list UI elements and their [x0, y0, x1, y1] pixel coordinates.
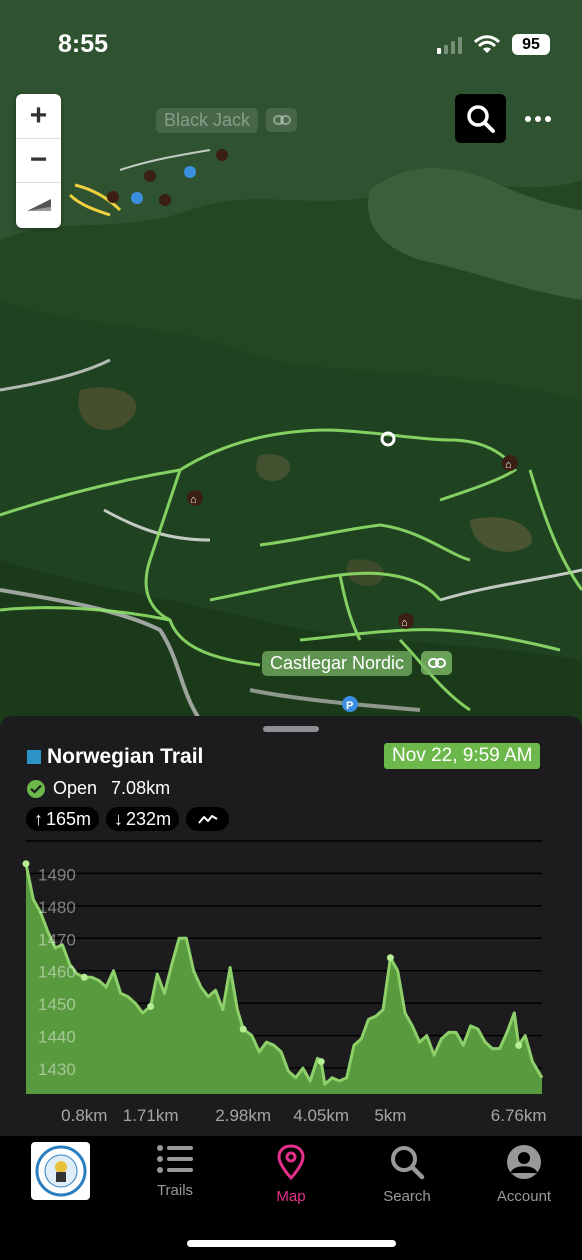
- arrow-up-icon: ↑: [34, 808, 43, 829]
- elevation-profile-toggle[interactable]: [186, 807, 230, 831]
- x-tick-label: 0.8km: [61, 1106, 107, 1125]
- x-tick-label: 4.05km: [293, 1106, 349, 1125]
- wifi-icon: [474, 34, 500, 53]
- profile-marker: [239, 1025, 247, 1033]
- svg-text:⌂: ⌂: [505, 459, 512, 471]
- clock: 8:55: [58, 30, 109, 58]
- trail-header: Norwegian Trail: [27, 745, 203, 769]
- y-tick-label: 1450: [38, 995, 76, 1014]
- tab-account[interactable]: Account: [469, 1144, 579, 1205]
- tab-trails[interactable]: Trails: [120, 1144, 230, 1199]
- tab-label: Map: [276, 1188, 306, 1205]
- tab-label: Search: [383, 1188, 431, 1205]
- profile-marker: [317, 1058, 325, 1066]
- profile-marker: [22, 860, 30, 868]
- tab-label: Account: [496, 1188, 552, 1205]
- trail-status: Open: [53, 778, 98, 798]
- svg-text:⌂: ⌂: [401, 617, 408, 629]
- y-tick-label: 1430: [38, 1060, 76, 1079]
- tab-map[interactable]: Map: [236, 1144, 346, 1205]
- link-icon[interactable]: [421, 651, 452, 675]
- search-icon: [466, 104, 495, 133]
- compass-icon: [26, 199, 51, 212]
- map-label-black-jack[interactable]: Black Jack: [156, 108, 259, 133]
- x-tick-label: 5km: [374, 1106, 406, 1125]
- descent-chip: ↓ 232m: [106, 807, 180, 831]
- svg-text:⌂: ⌂: [190, 494, 197, 506]
- club-logo[interactable]: [31, 1142, 90, 1200]
- zoom-out-button[interactable]: −: [16, 139, 61, 184]
- trail-color-swatch: [27, 750, 41, 764]
- profile-marker: [80, 973, 88, 981]
- more-options-button[interactable]: [520, 104, 556, 134]
- map-view[interactable]: ⌂ ⌂ ⌂ P 8:55 95 + − Black Jack Castlegar…: [0, 0, 582, 740]
- map-pin-icon: [277, 1144, 305, 1180]
- zoom-controls: + −: [16, 94, 61, 228]
- trail-status-row: Open 7.08km: [27, 778, 170, 799]
- trail-detail-sheet: Norwegian Trail Nov 22, 9:59 AM Open 7.0…: [0, 716, 582, 1136]
- ascent-chip: ↑ 165m: [26, 807, 100, 831]
- x-tick-label: 1.71km: [123, 1106, 179, 1125]
- link-icon[interactable]: [266, 108, 297, 132]
- y-tick-label: 1460: [38, 963, 76, 982]
- y-tick-label: 1440: [38, 1028, 76, 1047]
- map-label-castlegar-nordic[interactable]: Castlegar Nordic: [262, 651, 413, 676]
- check-icon: [27, 779, 45, 798]
- home-indicator: [187, 1240, 396, 1247]
- y-tick-label: 1490: [38, 865, 76, 884]
- x-tick-label: 6.76km: [491, 1106, 547, 1125]
- grooming-date-badge: Nov 22, 9:59 AM: [384, 743, 541, 769]
- svg-text:P: P: [346, 700, 353, 712]
- profile-marker: [147, 1002, 155, 1010]
- list-icon: [157, 1145, 193, 1173]
- dot-icon: [545, 116, 551, 122]
- tab-search[interactable]: Search: [352, 1144, 462, 1205]
- elevation-profile-chart[interactable]: 1490 1480 1470 1460 1450 1440 1430 0.8km 1.71km 2…: [0, 836, 582, 1136]
- account-icon: [507, 1145, 541, 1179]
- trail-name: Norwegian Trail: [47, 745, 204, 768]
- dot-icon: [535, 116, 541, 122]
- profile-marker: [386, 954, 394, 962]
- y-tick-label: 1480: [38, 898, 76, 917]
- map-search-button[interactable]: [455, 94, 506, 143]
- zoom-in-button[interactable]: +: [16, 94, 61, 139]
- x-tick-label: 2.98km: [215, 1106, 271, 1125]
- y-tick-label: 1470: [38, 930, 76, 949]
- dot-icon: [525, 116, 531, 122]
- trend-line-icon: [197, 815, 218, 824]
- battery-indicator: 95: [512, 34, 550, 55]
- status-bar: 8:55 95: [0, 0, 582, 90]
- cellular-signal-icon: [437, 36, 462, 54]
- search-icon: [391, 1146, 425, 1180]
- tab-label: Trails: [156, 1182, 194, 1199]
- sheet-grabber[interactable]: [263, 726, 319, 732]
- profile-marker: [515, 1041, 523, 1049]
- trail-length: 7.08km: [111, 778, 171, 798]
- trail-stats-chips: ↑ 165m ↓ 232m: [26, 807, 230, 831]
- club-logo-icon: [35, 1145, 86, 1197]
- compass-button[interactable]: [16, 183, 61, 228]
- arrow-down-icon: ↓: [114, 808, 124, 829]
